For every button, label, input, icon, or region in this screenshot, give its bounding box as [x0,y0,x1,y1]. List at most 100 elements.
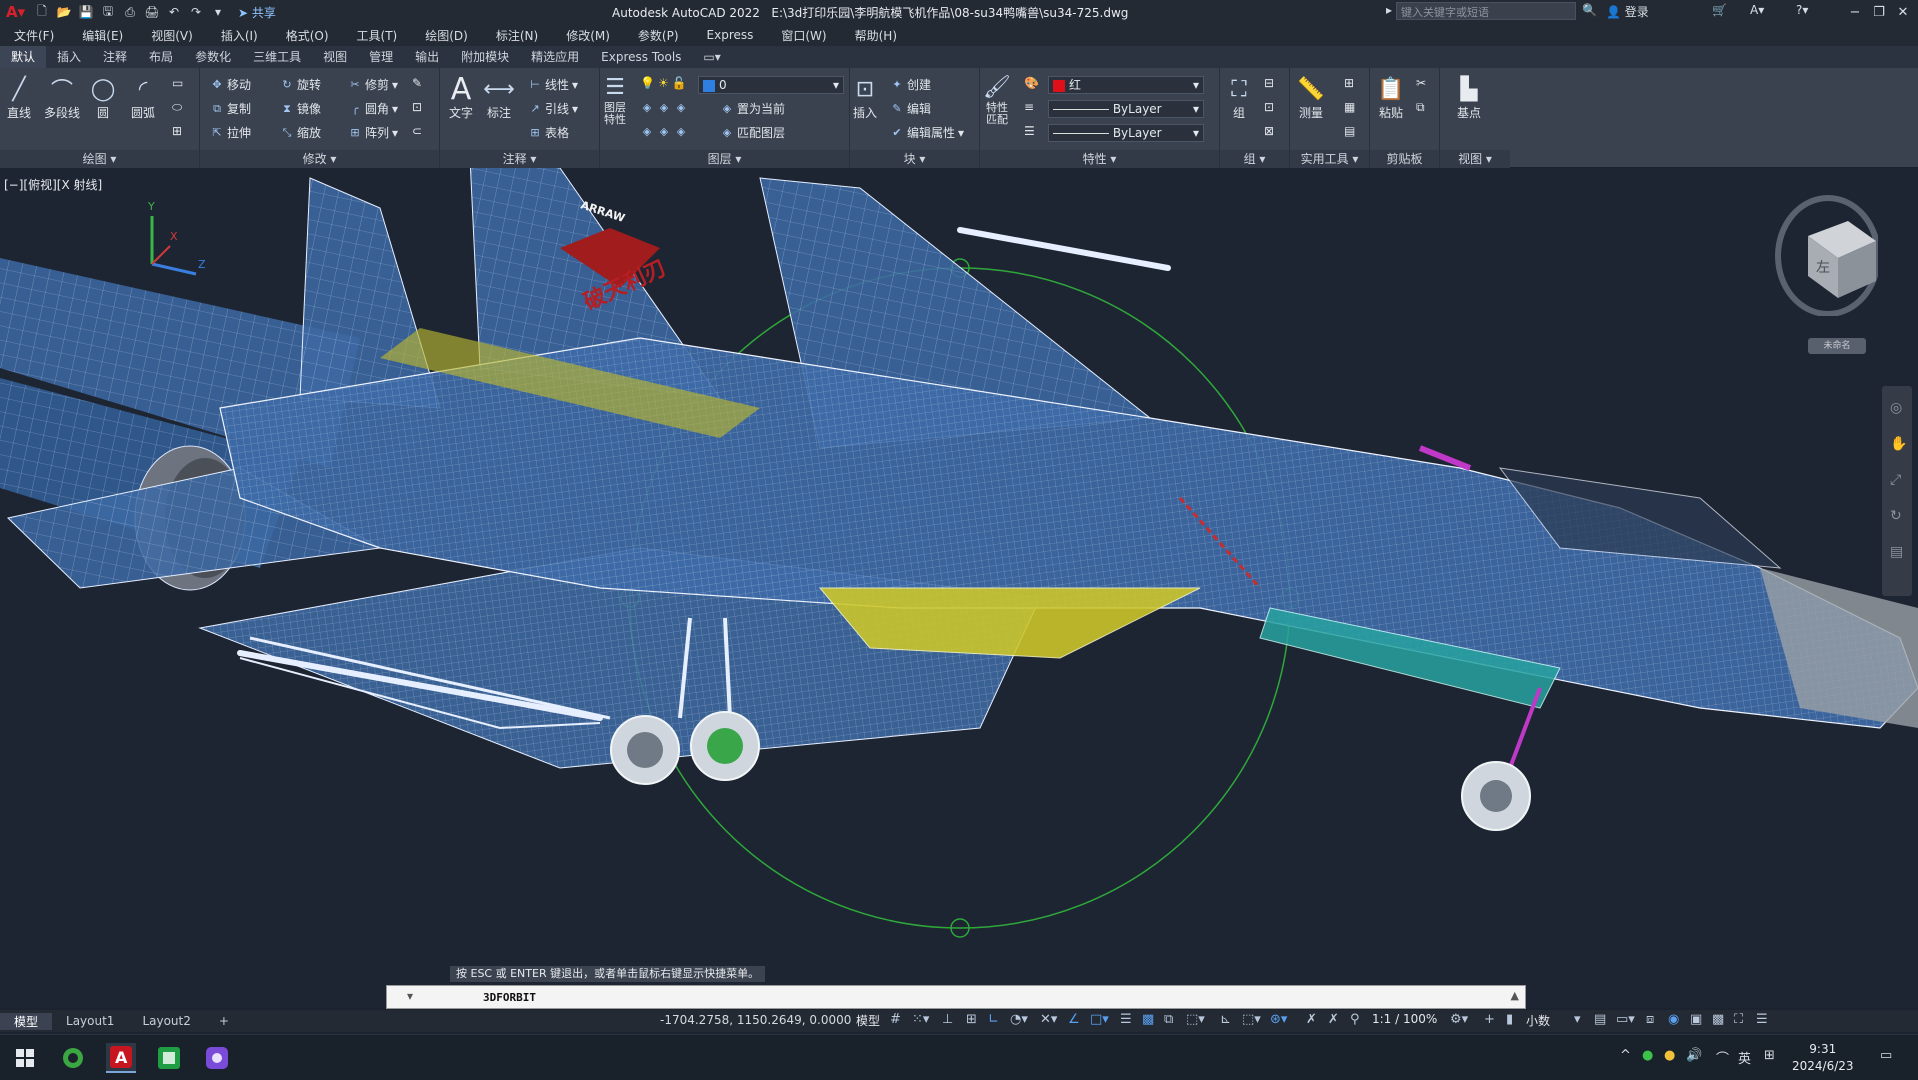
undo-icon[interactable]: ↶ [166,4,182,20]
explode-icon[interactable]: ⊡ [412,100,422,114]
move-button[interactable]: ✥ 移动 [210,76,251,93]
ribbon-display-toggle-icon[interactable]: ▭▾ [692,46,731,68]
new-file-icon[interactable]: 🗋 [34,4,50,20]
layer-dropdown[interactable]: 0 ▾ [698,76,844,94]
insert-block-button[interactable]: ⊡ 插入 [850,74,880,121]
panel-utilities-title[interactable]: 实用工具 ▾ [1290,150,1369,168]
menu-view[interactable]: 视图(V) [137,27,207,44]
quick-select-icon[interactable]: ⊞ [1344,76,1354,90]
tab-insert[interactable]: 插入 [46,46,92,68]
annotation-scale-value[interactable]: 1:1 / 100% [1372,1012,1437,1026]
menu-dimension[interactable]: 标注(N) [482,27,552,44]
copy-clip-icon[interactable]: ⧉ [1416,100,1425,115]
spreadsheet-taskbar-icon[interactable] [154,1043,184,1073]
scale-button[interactable]: ⤡ 缩放 [280,124,321,141]
annotation-visibility-icon[interactable]: ✗ [1306,1012,1317,1027]
browser-taskbar-icon[interactable] [58,1043,88,1073]
close-icon[interactable]: ✕ [1890,0,1916,24]
annotation-monitor-icon[interactable]: + [1484,1012,1495,1027]
system-clock[interactable]: 9:31 2024/6/23 [1792,1041,1854,1075]
line-button[interactable]: ╱ 直线 [4,74,34,121]
viewcube[interactable]: 左 [1768,186,1881,317]
menu-help[interactable]: 帮助(H) [841,27,911,44]
units-value[interactable]: 小数 [1526,1012,1550,1029]
panel-groups-title[interactable]: 组 ▾ [1220,150,1289,168]
polar-tracking-icon[interactable]: ◔▾ [1010,1012,1028,1027]
plot-icon[interactable]: 🖨 [144,4,160,20]
hatch-icon[interactable]: ⬭ [172,100,182,115]
units-chevron-icon[interactable]: ▾ [1574,1012,1581,1027]
color-wheel-icon[interactable]: 🎨 [1024,76,1039,90]
lineweight-display-icon[interactable]: ☰ [1120,1012,1132,1027]
panel-modify-title[interactable]: 修改 ▾ [200,150,439,168]
ime-indicator[interactable]: 英 [1738,1048,1751,1067]
navigation-bar[interactable]: ◎ ✋ ⤢ ↻ ▤ [1882,386,1912,596]
lock-ui-icon[interactable]: ▭▾ [1616,1012,1635,1027]
fillet-button[interactable]: ╭ 圆角 ▾ [348,100,398,117]
ortho-icon[interactable]: ∟ [988,1012,999,1027]
search-arrow-icon[interactable]: ▸ [1386,3,1392,17]
menu-parametric[interactable]: 参数(P) [624,27,693,44]
orbit-icon[interactable]: ↻ [1890,508,1902,524]
tray-app-icon[interactable]: ● [1664,1048,1675,1063]
tab-output[interactable]: 输出 [404,46,450,68]
panel-block-title[interactable]: 块 ▾ [850,150,979,168]
ungroup-icon[interactable]: ⊟ [1264,76,1274,90]
tab-layout2[interactable]: Layout2 [128,1014,204,1028]
panel-annotation-title[interactable]: 注释 ▾ [440,150,599,168]
tab-manage[interactable]: 管理 [358,46,404,68]
expand-history-icon[interactable]: ▲ [1511,989,1519,1002]
video-editor-taskbar-icon[interactable] [202,1043,232,1073]
pan-icon[interactable]: ✋ [1890,436,1907,452]
command-line-input[interactable]: ▾ 3DFORBIT ▲ [386,985,1526,1009]
hardware-acceleration-icon[interactable]: ◉ [1668,1012,1679,1027]
linear-button[interactable]: ⊢ 线性 ▾ [528,76,578,93]
customize-icon[interactable]: ▾ [210,4,226,20]
quick-properties-icon[interactable]: ▤ [1594,1012,1606,1027]
tab-default[interactable]: 默认 [0,46,47,68]
auto-scale-icon[interactable]: ✗ [1328,1012,1339,1027]
snap-icon[interactable]: ⁙▾ [912,1012,929,1027]
transparency-icon[interactable]: ▩ [1142,1012,1154,1027]
menu-format[interactable]: 格式(O) [272,27,343,44]
selection-filter-icon[interactable]: ⬚▾ [1242,1012,1261,1027]
panel-properties-title[interactable]: 特性 ▾ [980,150,1219,168]
calculator-icon[interactable]: ▦ [1344,100,1355,114]
notification-icon[interactable]: ▭ [1880,1048,1892,1063]
graphics-performance-icon[interactable]: ▩ [1712,1012,1724,1027]
group-edit-icon[interactable]: ⊡ [1264,100,1274,114]
array-button[interactable]: ⊞ 阵列 ▾ [348,124,398,141]
color-dropdown[interactable]: 红 ▾ [1048,76,1204,94]
help-icon[interactable]: ?▾ [1796,3,1808,17]
table-button[interactable]: ⊞ 表格 [528,124,569,141]
save-as-icon[interactable]: 🖫 [100,4,116,20]
ucs-menu[interactable]: 未命名 [1808,338,1866,354]
tab-annotate[interactable]: 注释 [92,46,138,68]
dynamic-ucs-icon[interactable]: ⊾ [1220,1012,1231,1027]
model-space-toggle[interactable]: 模型 [856,1012,880,1029]
panel-layers-title[interactable]: 图层 ▾ [600,150,849,168]
network-icon[interactable]: ⌒ [1716,1048,1729,1067]
ime-mode-icon[interactable]: ⊞ [1764,1048,1775,1063]
edit-block-button[interactable]: ✎ 编辑 [890,100,931,117]
object-snap-icon[interactable]: □▾ [1090,1012,1109,1027]
drawing-viewport[interactable]: [−][俯视][X 射线] Y Z X ARRAW 破天利刃 左 未命名 ◎ ✋… [0,168,1918,1008]
tab-featured-apps[interactable]: 精选应用 [520,46,590,68]
polyline-button[interactable]: ⌒ 多段线 [44,74,80,121]
group-select-icon[interactable]: ⊠ [1264,124,1274,138]
tab-layout[interactable]: 布局 [138,46,184,68]
panel-draw-title[interactable]: 绘图 ▾ [0,150,199,168]
share-button[interactable]: ➤ 共享 [238,4,276,21]
menu-draw[interactable]: 绘图(D) [411,27,482,44]
tab-express-tools[interactable]: Express Tools [590,46,692,68]
units-icon[interactable]: ▮ [1506,1012,1513,1027]
layer-tools-row2[interactable]: ◈ ◈ ◈ [640,124,688,138]
isodraft-icon[interactable]: ✕▾ [1040,1012,1057,1027]
menu-file[interactable]: 文件(F) [0,27,68,44]
command-history-icon[interactable]: ▾ [407,989,413,1003]
rotate-button[interactable]: ↻ 旋转 [280,76,321,93]
dynamic-input-icon[interactable]: ⊞ [966,1012,977,1027]
wechat-icon[interactable]: ● [1642,1048,1653,1063]
help-search-input[interactable]: 键入关键字或短语 [1396,2,1576,20]
gizmo-icon[interactable]: ⊛▾ [1270,1012,1287,1027]
